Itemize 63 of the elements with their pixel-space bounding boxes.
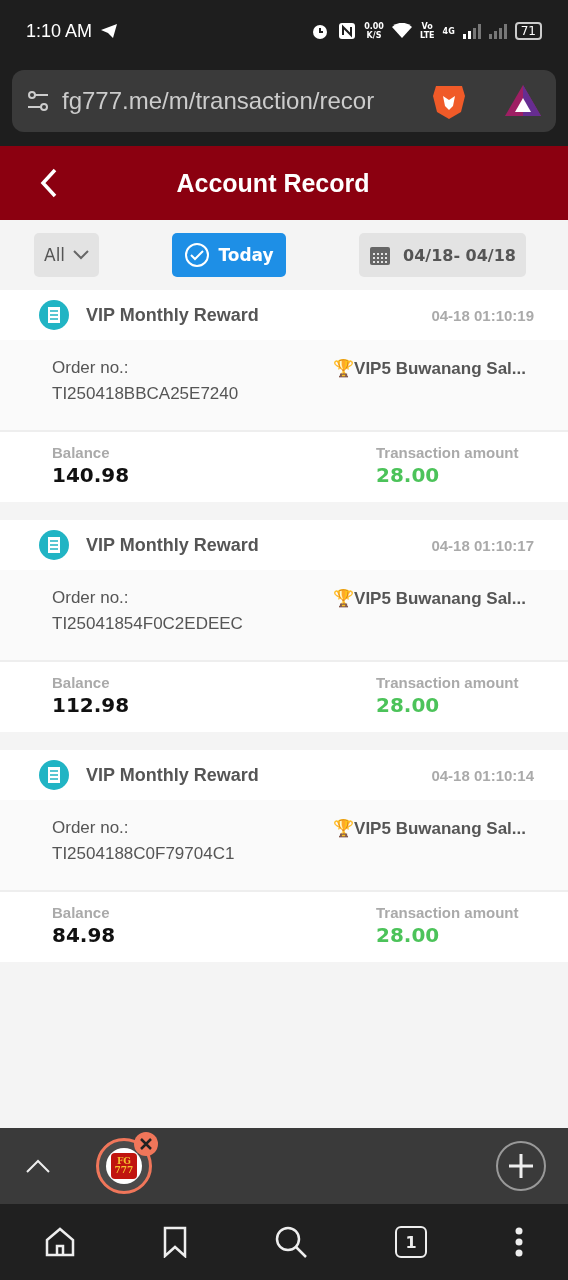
- open-tab[interactable]: FG 777: [96, 1138, 152, 1194]
- balance-value: 84.98: [52, 923, 116, 947]
- amount-value: 28.00: [376, 923, 441, 947]
- order-label: Order no.:: [52, 358, 130, 378]
- home-icon[interactable]: [43, 1226, 76, 1258]
- order-label: Order no.:: [52, 588, 130, 608]
- receipt-icon: [38, 299, 70, 331]
- address-bar[interactable]: fg777.me/m/transaction/recor: [12, 70, 556, 132]
- tab-count-button[interactable]: 1: [395, 1226, 428, 1258]
- order-number: TI25041854F0C2EDEEC: [52, 614, 243, 634]
- site-logo: FG 777: [111, 1153, 137, 1179]
- nfc-icon: [338, 22, 357, 40]
- battery-level: 71: [514, 22, 542, 40]
- network-speed: 0.00 K/S: [364, 22, 384, 40]
- page-title: Account Record: [175, 168, 371, 198]
- close-icon: [140, 1138, 152, 1150]
- amount-label: Transaction amount: [376, 904, 520, 921]
- balance-value: 140.98: [52, 463, 130, 487]
- amount-label: Transaction amount: [376, 444, 520, 461]
- order-label: Order no.:: [52, 818, 130, 838]
- receipt-icon: [38, 529, 70, 561]
- record-note: 🏆VIP5 Buwanang Sal...: [333, 588, 526, 610]
- close-tab-button[interactable]: [134, 1132, 158, 1156]
- bookmark-icon[interactable]: [162, 1226, 187, 1258]
- order-number: TI250418BBCA25E7240: [52, 384, 239, 404]
- wifi-icon: [391, 23, 412, 39]
- record-title: VIP Monthly Reward: [86, 764, 260, 786]
- signal-icon: [462, 23, 481, 39]
- today-button[interactable]: Today: [172, 233, 286, 277]
- signal-icon: [488, 23, 507, 39]
- calendar-icon: [369, 244, 391, 266]
- plus-icon: [508, 1153, 534, 1179]
- balance-label: Balance: [52, 444, 111, 461]
- balance-value: 112.98: [52, 693, 130, 717]
- send-icon: [100, 23, 119, 39]
- search-icon[interactable]: [273, 1225, 308, 1259]
- balance-label: Balance: [52, 674, 111, 691]
- chevron-up-icon: [26, 1159, 50, 1173]
- check-circle-icon: [184, 242, 211, 268]
- record-title: VIP Monthly Reward: [86, 534, 260, 556]
- chevron-down-icon: [73, 250, 90, 260]
- amount-value: 28.00: [376, 463, 441, 487]
- record-title: VIP Monthly Reward: [86, 304, 260, 326]
- amount-value: 28.00: [376, 693, 441, 717]
- record-time: 04-18 01:10:19: [431, 306, 534, 324]
- more-icon[interactable]: [514, 1227, 525, 1257]
- volte-indicator: Vo LTE: [419, 22, 435, 40]
- sliders-icon: [26, 89, 50, 113]
- new-tab-button[interactable]: [496, 1141, 546, 1191]
- order-number: TI2504188C0F79704C1: [52, 844, 235, 864]
- network-type: 4G: [442, 26, 455, 36]
- clock-time: 1:10 AM: [26, 20, 93, 42]
- type-dropdown[interactable]: All: [34, 233, 100, 277]
- record-note: 🏆VIP5 Buwanang Sal...: [333, 358, 526, 380]
- amount-label: Transaction amount: [376, 674, 520, 691]
- receipt-icon: [38, 759, 70, 791]
- date-range-picker[interactable]: 04/18- 04/18: [359, 233, 526, 277]
- back-icon: [40, 168, 58, 198]
- record-time: 04-18 01:10:14: [431, 766, 534, 784]
- balance-label: Balance: [52, 904, 111, 921]
- triangle-logo-icon: [504, 84, 542, 118]
- record-time: 04-18 01:10:17: [431, 536, 534, 554]
- record-note: 🏆VIP5 Buwanang Sal...: [333, 818, 526, 840]
